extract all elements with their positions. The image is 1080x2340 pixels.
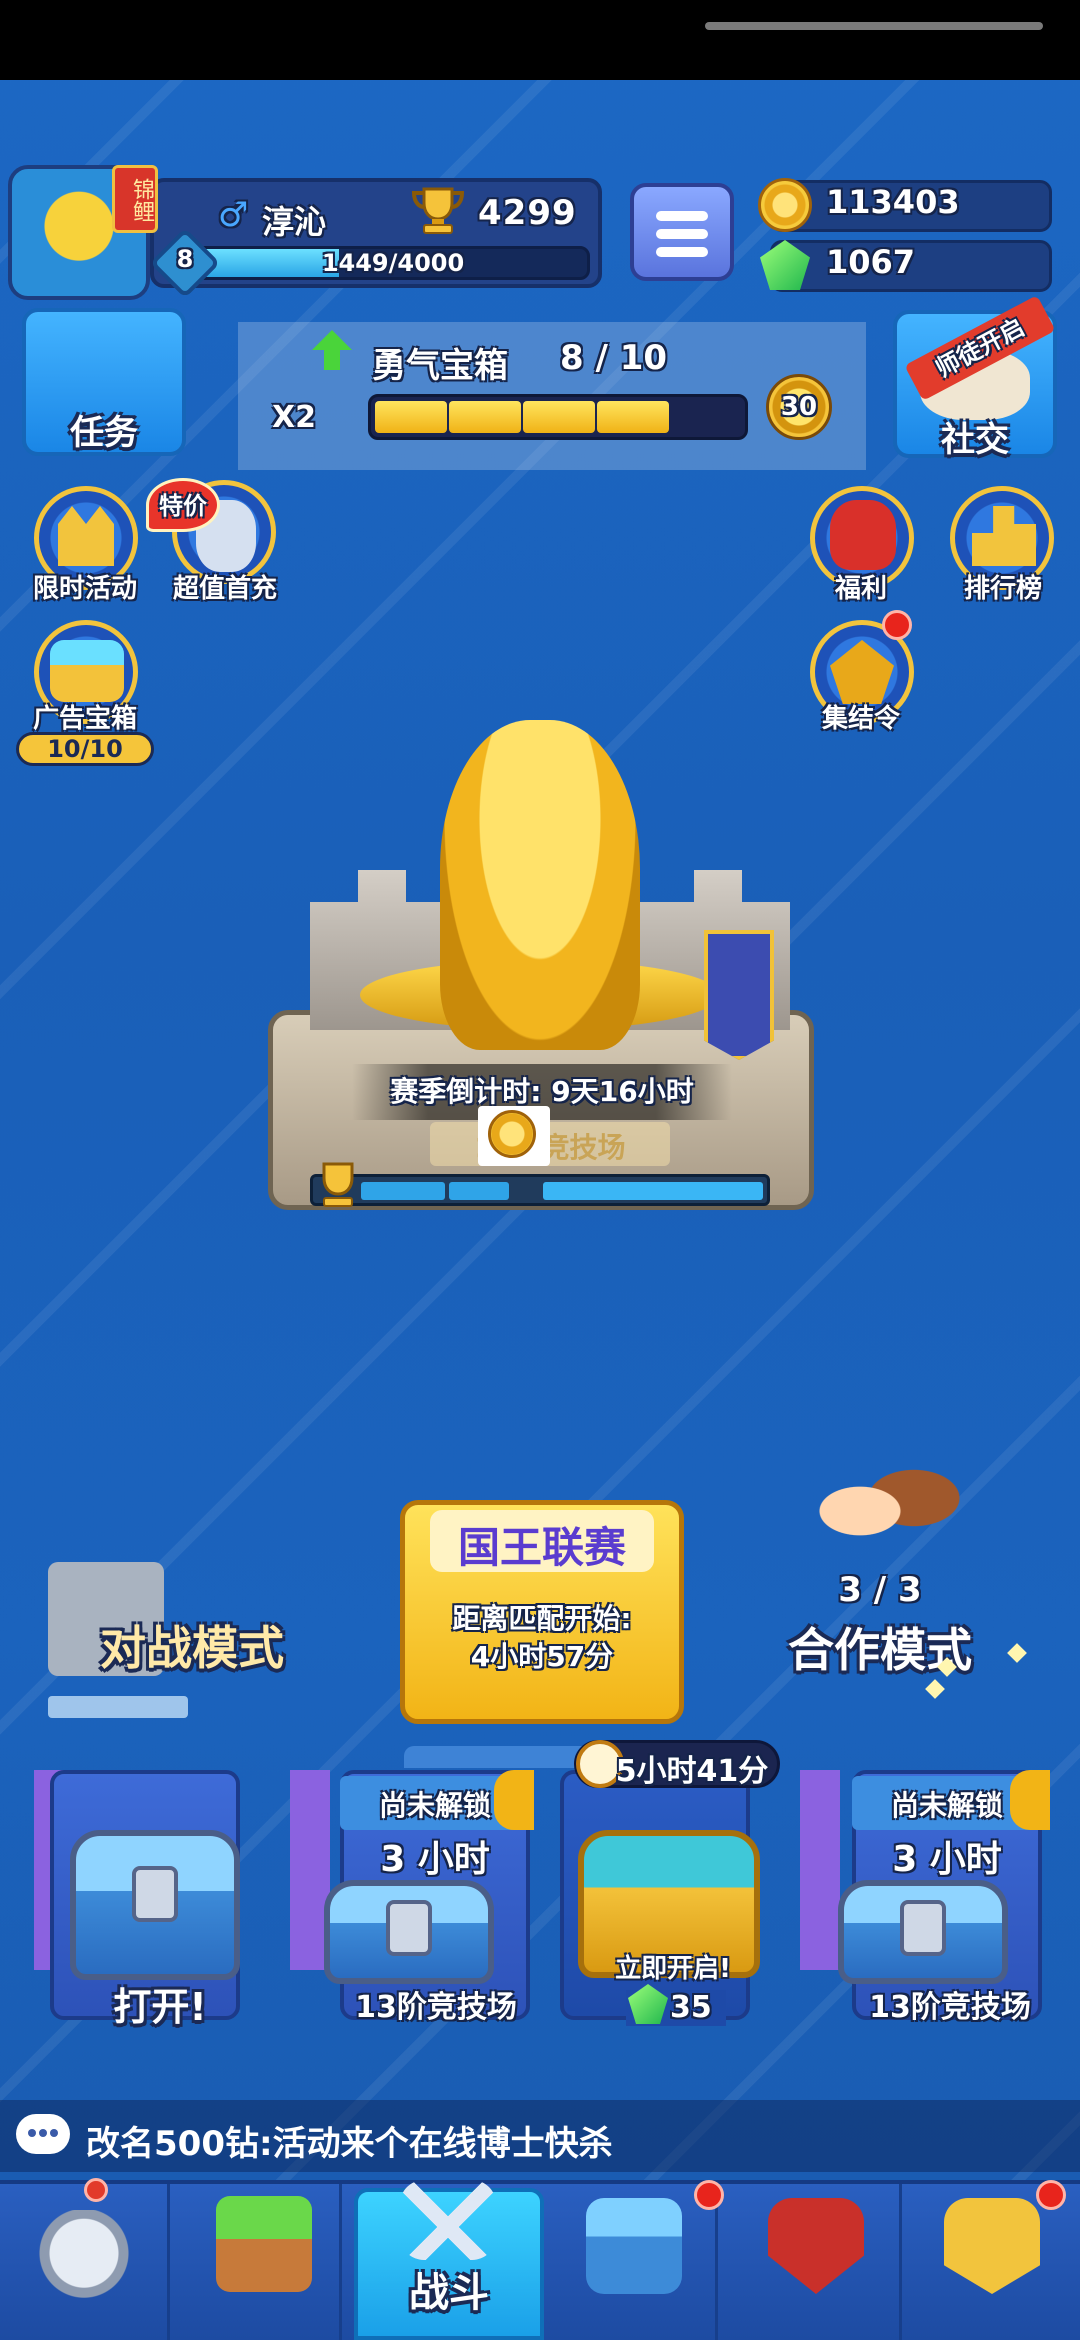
slot-2-arena: 13阶竞技场 <box>355 1990 517 2025</box>
multiplier: X2 <box>272 400 317 435</box>
battle-mode-bar <box>48 1696 188 1718</box>
ad-chest-count: 10/10 <box>16 732 154 766</box>
open-now-label: 立即开启! <box>615 1954 731 1984</box>
king-league-line1: 距离匹配开始: <box>452 1602 632 1635</box>
gender-icon: ♂ <box>218 195 249 235</box>
gem-cost: 35 <box>670 1990 712 2025</box>
xp-text: 1449/4000 <box>321 249 465 277</box>
level-number: 8 <box>176 245 194 273</box>
slot-1-label: 打开! <box>113 1985 207 2029</box>
chat-bubble-icon <box>16 2114 70 2154</box>
first-recharge-label: 超值首充 <box>172 574 277 604</box>
gesture-pill <box>705 22 1043 30</box>
gold-coin-icon <box>758 178 812 232</box>
menu-line <box>656 247 708 257</box>
leaderboard-label: 排行榜 <box>963 574 1042 604</box>
trophy-icon <box>411 187 465 234</box>
lock-icon <box>386 1900 432 1956</box>
special-price-badge: 特价 <box>146 478 220 532</box>
dot <box>50 2129 58 2137</box>
chest-progress-segment <box>375 401 447 433</box>
chest-progress-segment <box>523 401 595 433</box>
menu-line <box>656 229 708 239</box>
king-league-countdown: 距离匹配开始: 4小时57分 <box>400 1600 684 1676</box>
menu-button[interactable] <box>630 183 734 281</box>
coin-icon <box>488 1110 536 1158</box>
gift-bag-icon <box>830 500 896 570</box>
lock-icon <box>132 1866 178 1922</box>
ad-chest-icon <box>50 640 124 702</box>
koi-tag: 锦鲤 <box>112 165 158 233</box>
slot-4-time: 3 小时 <box>892 1839 1002 1880</box>
menu-line <box>656 211 708 221</box>
slot-3-timer-text: 5小时41分 <box>615 1754 769 1789</box>
king-league-title: 国王联赛 <box>457 1523 626 1572</box>
chest-peek-icon <box>494 1770 534 1830</box>
task-label: 任务 <box>70 413 138 453</box>
coop-count: 3 / 3 <box>838 1570 922 1610</box>
notification-dot <box>694 2180 724 2210</box>
dot <box>28 2129 36 2137</box>
knight-helmet-icon <box>36 2210 132 2306</box>
status-bar <box>0 0 1080 80</box>
courage-chest-progress: 8 / 10 <box>560 338 668 378</box>
battle-mode-label[interactable]: 对战模式 <box>100 1612 284 1678</box>
slot-2-time: 3 小时 <box>380 1839 490 1880</box>
helmet-plume <box>84 2178 108 2202</box>
chat-message: 改名500钻:活动来个在线博士快杀 <box>86 2124 613 2164</box>
slot-edge <box>800 1770 840 1970</box>
social-label: 社交 <box>941 420 1009 460</box>
dot <box>39 2129 47 2137</box>
track-segment <box>543 1182 763 1200</box>
arena-progress-track <box>310 1174 770 1206</box>
gem-amount: 1067 <box>826 243 916 281</box>
arena-trophy-icon <box>322 1162 354 1207</box>
scales-banner-icon <box>704 930 774 1060</box>
trophy-count: 4299 <box>478 193 577 233</box>
chest-progress-segment <box>449 401 521 433</box>
gold-amount: 113403 <box>826 183 960 221</box>
chest-progress-segment <box>597 401 669 433</box>
slot-4-arena: 13阶竞技场 <box>869 1990 1031 2025</box>
king-league-line2: 4小时57分 <box>470 1640 614 1673</box>
player-name: 淳沁 <box>262 203 327 241</box>
arena-coin-marker <box>478 1106 550 1166</box>
track-segment <box>361 1182 445 1200</box>
coin-reward-value: 30 <box>780 392 818 422</box>
courage-chest-title: 勇气宝箱 <box>372 346 508 386</box>
treasure-chest-icon <box>586 2198 682 2294</box>
arena-name: 13阶竞技场 <box>474 1131 626 1164</box>
ad-chest-label: 广告宝箱 <box>32 704 137 734</box>
rally-label: 集结令 <box>821 704 900 734</box>
chest-peek-icon <box>1010 1770 1050 1830</box>
crossed-swords-icon <box>400 2180 496 2260</box>
notification-dot <box>1036 2180 1066 2210</box>
golden-chef-statue <box>440 720 640 1050</box>
courage-chest-bar <box>368 394 748 440</box>
season-countdown: 赛季倒计时: 9天16小时 <box>390 1075 694 1108</box>
lock-icon <box>900 1900 946 1956</box>
notification-dot <box>882 610 912 640</box>
sprout-island-icon <box>216 2196 312 2292</box>
nav-battle-label: 战斗 <box>409 2270 489 2316</box>
handshake-icon[interactable] <box>788 1446 968 1576</box>
track-segment <box>449 1182 509 1200</box>
